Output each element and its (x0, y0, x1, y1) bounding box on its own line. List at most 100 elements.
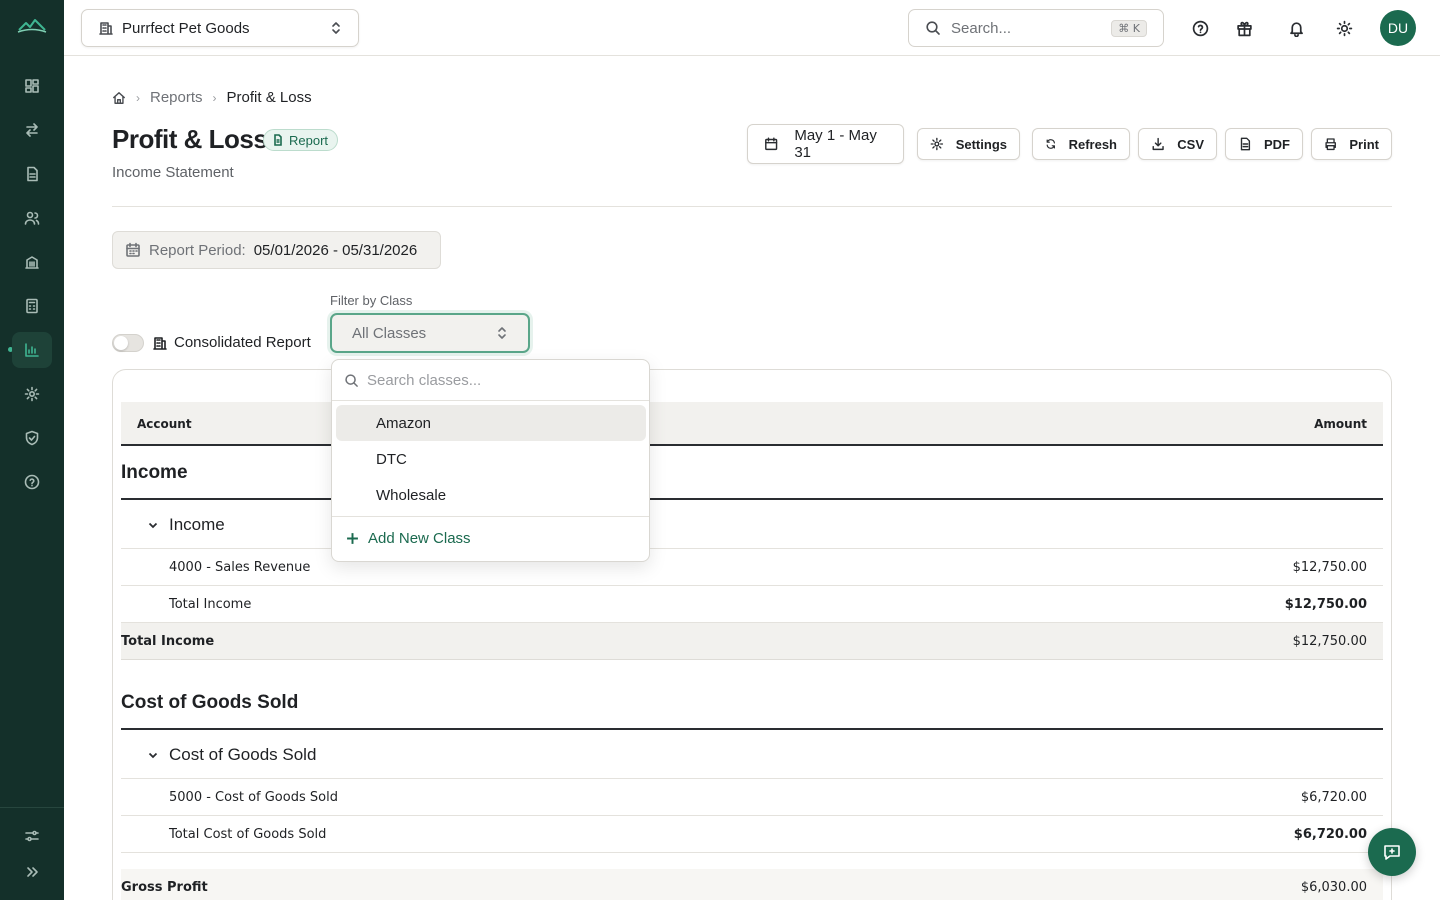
help-circle-icon (1192, 20, 1208, 36)
page-subtitle: Income Statement (112, 164, 234, 181)
group-total-row: Total Income $12,750.00 (121, 586, 1383, 623)
global-search[interactable]: ⌘ K (908, 9, 1164, 47)
plus-icon (347, 533, 358, 544)
gift-button[interactable] (1232, 16, 1256, 40)
csv-label: CSV (1177, 136, 1204, 152)
sidebar-divider (0, 807, 64, 808)
dashboard-icon (25, 79, 39, 93)
sidebar-expand-button[interactable] (12, 854, 52, 890)
add-class-button[interactable]: Add New Class (346, 530, 471, 547)
consolidated-toggle[interactable] (112, 334, 144, 352)
report-period-value: 05/01/2026 - 05/31/2026 (253, 241, 418, 259)
group-total-amount: $6,720.00 (1293, 826, 1367, 842)
class-dropdown: Amazon DTC Wholesale Add New Class (331, 359, 650, 562)
class-option[interactable]: DTC (336, 441, 646, 477)
group-total-amount: $12,750.00 (1284, 596, 1367, 612)
sidebar-item-invoices[interactable] (12, 156, 52, 192)
chevrons-right-icon (27, 867, 38, 877)
building-icon (153, 336, 167, 350)
group-total-label: Total Income (169, 596, 252, 612)
chevron-right-icon: › (136, 90, 140, 105)
account-amount: $6,720.00 (1300, 789, 1367, 805)
class-filter-select[interactable]: All Classes (330, 313, 530, 353)
account-amount: $12,750.00 (1292, 559, 1367, 575)
table-header: Account Amount (121, 402, 1383, 446)
home-icon[interactable] (112, 91, 126, 105)
section-total-amount: $12,750.00 (1292, 633, 1367, 649)
chevron-right-icon: › (212, 90, 217, 105)
group-title: Cost of Goods Sold (169, 744, 317, 764)
class-option[interactable]: Wholesale (336, 477, 646, 513)
report-table: Account Amount Income Income 4000 - Sale… (112, 369, 1392, 900)
section-total-label: Total Income (121, 633, 215, 649)
avatar[interactable]: DU (1380, 10, 1416, 46)
search-icon (926, 21, 940, 35)
gear-icon (24, 386, 40, 402)
pdf-button[interactable]: PDF (1225, 128, 1303, 160)
shield-icon (25, 430, 39, 446)
sidebar-item-contacts[interactable] (12, 200, 52, 236)
help-button[interactable] (1188, 16, 1212, 40)
table-row[interactable]: 5000 - Cost of Goods Sold $6,720.00 (121, 779, 1383, 816)
logo-icon (17, 19, 47, 33)
calculator-icon (26, 298, 38, 314)
column-account: Account (137, 417, 192, 431)
class-option[interactable]: Amazon (336, 405, 646, 441)
help-circle-icon (24, 474, 40, 490)
group-row-cogs[interactable]: Cost of Goods Sold (121, 731, 1383, 779)
sidebar-item-security[interactable] (12, 420, 52, 456)
report-period: Report Period: 05/01/2026 - 05/31/2026 (112, 231, 441, 269)
sidebar-item-reports[interactable] (12, 332, 52, 368)
sidebar-item-calculator[interactable] (12, 288, 52, 324)
sidebar-item-banking[interactable] (12, 244, 52, 280)
group-row-income[interactable]: Income (121, 501, 1383, 549)
date-range-button[interactable]: May 1 - May 31 (747, 124, 904, 164)
sidebar-item-transactions[interactable] (12, 112, 52, 148)
gross-profit-label: Gross Profit (121, 879, 208, 895)
search-input[interactable] (951, 19, 1091, 37)
dropdown-divider (332, 516, 649, 517)
section-total-row: Total Income $12,750.00 (121, 623, 1383, 660)
chevron-down-icon (148, 522, 158, 528)
class-search-input[interactable] (367, 371, 627, 389)
sidebar-item-dashboard[interactable] (12, 68, 52, 104)
header-divider (112, 206, 1392, 207)
report-badge: Report (263, 129, 339, 151)
settings-label: Settings (955, 136, 1007, 152)
sidebar-item-help[interactable] (12, 464, 52, 500)
print-button[interactable]: Print (1311, 128, 1392, 160)
search-icon (345, 373, 358, 387)
calendar-icon (126, 242, 140, 257)
print-label: Print (1349, 136, 1379, 152)
table-row[interactable]: 4000 - Sales Revenue $12,750.00 (121, 549, 1383, 586)
chevron-down-icon (148, 752, 158, 758)
csv-button[interactable]: CSV (1138, 128, 1217, 160)
users-icon (24, 211, 40, 225)
refresh-button[interactable]: Refresh (1032, 128, 1130, 160)
section-divider (121, 498, 1383, 500)
add-class-label: Add New Class (368, 530, 471, 547)
chat-button[interactable] (1368, 828, 1416, 876)
refresh-icon (1046, 139, 1055, 149)
gross-profit-row: Gross Profit $6,030.00 (121, 869, 1383, 900)
sidebar-item-settings[interactable] (12, 376, 52, 412)
section-title-cogs: Cost of Goods Sold (121, 692, 299, 713)
consolidated-label: Consolidated Report (174, 334, 311, 351)
topbar: Purrfect Pet Goods ⌘ K DU (64, 0, 1440, 56)
theme-toggle-button[interactable] (1332, 16, 1356, 40)
class-search (332, 360, 649, 401)
class-filter-value: All Classes (352, 324, 427, 342)
gear-icon (930, 137, 944, 151)
consolidated-report: Consolidated Report (152, 334, 311, 351)
calendar-icon (765, 137, 778, 151)
gift-icon (1236, 21, 1252, 36)
sidebar-item-preferences[interactable] (12, 818, 52, 854)
settings-button[interactable]: Settings (917, 128, 1020, 160)
breadcrumb-reports[interactable]: Reports (150, 89, 203, 106)
group-total-row: Total Cost of Goods Sold $6,720.00 (121, 816, 1383, 853)
sun-icon (1336, 20, 1352, 36)
notifications-button[interactable] (1284, 16, 1308, 40)
company-select[interactable]: Purrfect Pet Goods (81, 9, 359, 47)
company-name: Purrfect Pet Goods (122, 19, 250, 37)
group-title: Income (169, 514, 225, 534)
